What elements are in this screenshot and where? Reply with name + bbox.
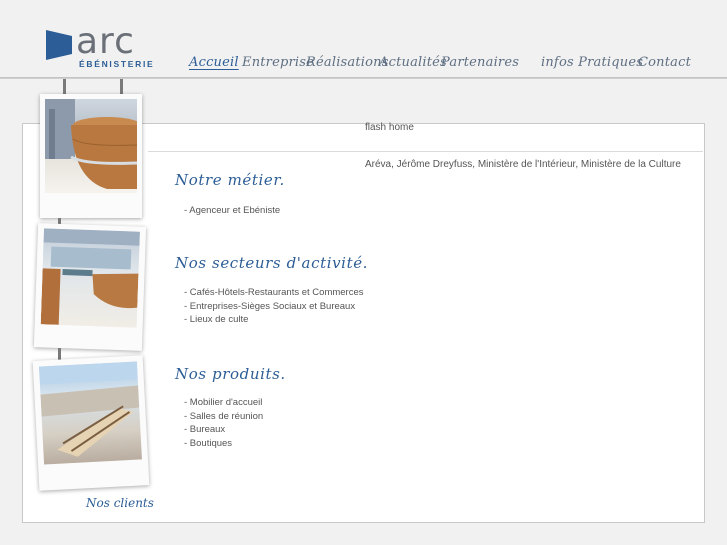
content-divider	[148, 151, 703, 152]
photo-lobby	[33, 223, 147, 351]
lobby-image	[40, 228, 140, 325]
nav-item-contact[interactable]: Contact	[638, 55, 691, 70]
logo-mark-icon	[46, 30, 72, 60]
meeting-room-image	[38, 361, 140, 457]
list-item: - Boutiques	[184, 437, 233, 449]
secteurs-list: - Cafés-Hôtels-Restaurants et Commerces …	[184, 286, 364, 327]
nav-item-accueil[interactable]: Accueil	[189, 55, 239, 70]
nav-item-infos-pratiques[interactable]: infos Pratiques	[541, 55, 643, 70]
nos-clients-link[interactable]: Nos clients	[86, 496, 154, 510]
nav-item-partenaires[interactable]: Partenaires	[441, 55, 519, 70]
logo-wordmark: arc	[76, 21, 135, 62]
logo[interactable]: arc ÉBÉNISTERIE	[46, 22, 156, 72]
header-divider	[0, 77, 727, 79]
flash-placeholder: flash home	[365, 122, 414, 133]
section-title-produits: Nos produits.	[175, 365, 286, 383]
logo-subtitle: ÉBÉNISTERIE	[79, 59, 155, 69]
list-item: - Lieux de culte	[184, 314, 249, 325]
photo-reception-desk	[40, 94, 142, 218]
list-item: - Agenceur et Ebéniste	[184, 205, 281, 216]
photo-meeting-room	[32, 355, 150, 491]
list-item: - Bureaux	[184, 424, 226, 435]
section-title-metier: Notre métier.	[175, 171, 285, 189]
list-item: - Entreprises-Sièges Sociaux et Bureaux	[184, 300, 356, 312]
nav-item-realisations[interactable]: Réalisations	[306, 55, 389, 70]
nav-item-entreprise[interactable]: Entreprise	[242, 55, 314, 70]
page: arc ÉBÉNISTERIE Accueil Entreprise Réali…	[0, 0, 727, 545]
section-title-secteurs: Nos secteurs d'activité.	[175, 254, 369, 272]
list-item: - Salles de réunion	[184, 410, 264, 422]
produits-list: - Mobilier d'accueil - Salles de réunion…	[184, 396, 263, 450]
list-item: - Cafés-Hôtels-Restaurants et Commerces	[184, 287, 364, 298]
reception-desk-image	[45, 99, 137, 189]
nav-item-actualites[interactable]: Actualités	[379, 55, 447, 70]
metier-list: - Agenceur et Ebéniste	[184, 204, 280, 218]
clients-list: Aréva, Jérôme Dreyfuss, Ministère de l'I…	[365, 159, 681, 170]
list-item: - Mobilier d'accueil	[184, 397, 263, 408]
